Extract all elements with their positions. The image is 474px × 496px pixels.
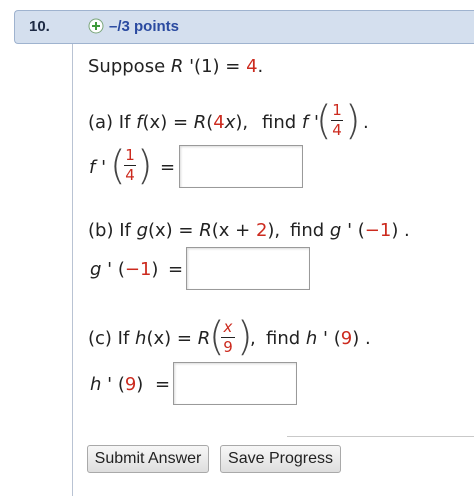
right-paren: ): [345, 98, 361, 144]
paren: ) .: [352, 328, 371, 349]
plus-circle-icon[interactable]: [88, 18, 104, 34]
answer-input-a[interactable]: [179, 145, 303, 188]
prime-mark: ' (: [101, 374, 125, 395]
prime-mark: ' (: [341, 220, 365, 241]
answer-input-b[interactable]: [186, 247, 310, 290]
fraction-numerator: 1: [332, 101, 342, 119]
func-name: g: [329, 220, 342, 241]
paren: ) .: [391, 220, 410, 241]
right-paren: ): [137, 143, 153, 189]
left-paren: (: [316, 98, 332, 144]
fraction-denominator: 4: [332, 121, 342, 139]
find-text: find: [266, 328, 306, 349]
comma: ,: [250, 328, 256, 349]
shift-value: 2: [255, 220, 268, 241]
coefficient: 4: [213, 112, 225, 133]
part-b-statement: (b) If g(x) = R(x + 2),: [88, 220, 280, 241]
prime-mark: ': [95, 157, 107, 178]
fraction-1-4: 1 4: [331, 103, 343, 138]
fraction-denominator: 9: [223, 338, 233, 356]
func-name: h: [90, 374, 102, 395]
func-name: h: [305, 328, 318, 349]
prime-mark: ' (: [317, 328, 341, 349]
find-text: find: [262, 112, 302, 133]
part-a-label: (a) If: [88, 112, 137, 133]
part-b-find: find g ' (−1) .: [290, 220, 410, 241]
eval-point: 9: [340, 328, 353, 349]
func-arg: (x): [146, 328, 172, 349]
eval-point: −1: [364, 220, 392, 241]
intro-text: .: [257, 56, 264, 77]
fraction-numerator: 1: [125, 146, 135, 164]
find-text: find: [290, 220, 330, 241]
intro-var: R: [170, 56, 184, 77]
equals-sign: =: [160, 157, 176, 178]
intro-text: '(1) =: [183, 56, 247, 77]
equals-sign: =: [172, 220, 200, 241]
part-c-answer-label: h ' (9): [90, 374, 143, 395]
func-name: g: [90, 259, 102, 280]
func-name: g: [136, 220, 148, 241]
part-b-label: (b) If: [88, 220, 137, 241]
fraction-x-9: x 9: [221, 320, 235, 355]
func-name: R: [199, 220, 212, 241]
equals-sign: =: [155, 374, 171, 395]
question-number: 10.: [29, 18, 50, 35]
save-progress-button[interactable]: Save Progress: [220, 445, 341, 473]
fraction-numerator: x: [223, 318, 233, 336]
prime-mark: ' (: [101, 259, 125, 280]
divider: [287, 436, 474, 437]
intro-statement: Suppose R '(1) = 4.: [88, 56, 263, 77]
equals-sign: =: [168, 259, 184, 280]
part-c-find: find h ' (9) .: [266, 328, 371, 349]
paren: ),: [267, 220, 281, 241]
paren: ): [151, 259, 159, 280]
question-header: 10. –/3 points: [14, 10, 474, 44]
answer-input-c[interactable]: [173, 362, 297, 405]
eval-point: 9: [124, 374, 137, 395]
func-arg: (x +: [211, 220, 256, 241]
period: .: [363, 112, 369, 133]
part-a-statement: (a) If f(x) = R(4x),: [88, 112, 248, 133]
submit-answer-button[interactable]: Submit Answer: [87, 445, 209, 473]
part-a-find: find f ': [262, 112, 319, 133]
intro-text: Suppose: [88, 56, 171, 77]
func-arg: x: [224, 112, 236, 133]
equals-sign: =: [171, 328, 198, 349]
paren: ): [136, 374, 144, 395]
part-b-answer-label: g ' (−1): [90, 259, 158, 280]
func-name: R: [193, 112, 207, 133]
part-a-answer-label: f ': [89, 157, 106, 178]
part-c-label: (c) If: [88, 328, 136, 349]
func-arg: (x): [142, 112, 168, 133]
func-name: h: [135, 328, 147, 349]
points-label: –/3 points: [109, 18, 180, 35]
equals-sign: =: [167, 112, 194, 133]
intro-value: 4: [246, 56, 258, 77]
paren: ),: [235, 112, 249, 133]
eval-point: −1: [124, 259, 152, 280]
fraction-1-4: 1 4: [124, 148, 136, 183]
fraction-denominator: 4: [125, 166, 135, 184]
part-c-statement: (c) If h(x) = R: [88, 328, 210, 349]
func-arg: (x): [148, 220, 173, 241]
